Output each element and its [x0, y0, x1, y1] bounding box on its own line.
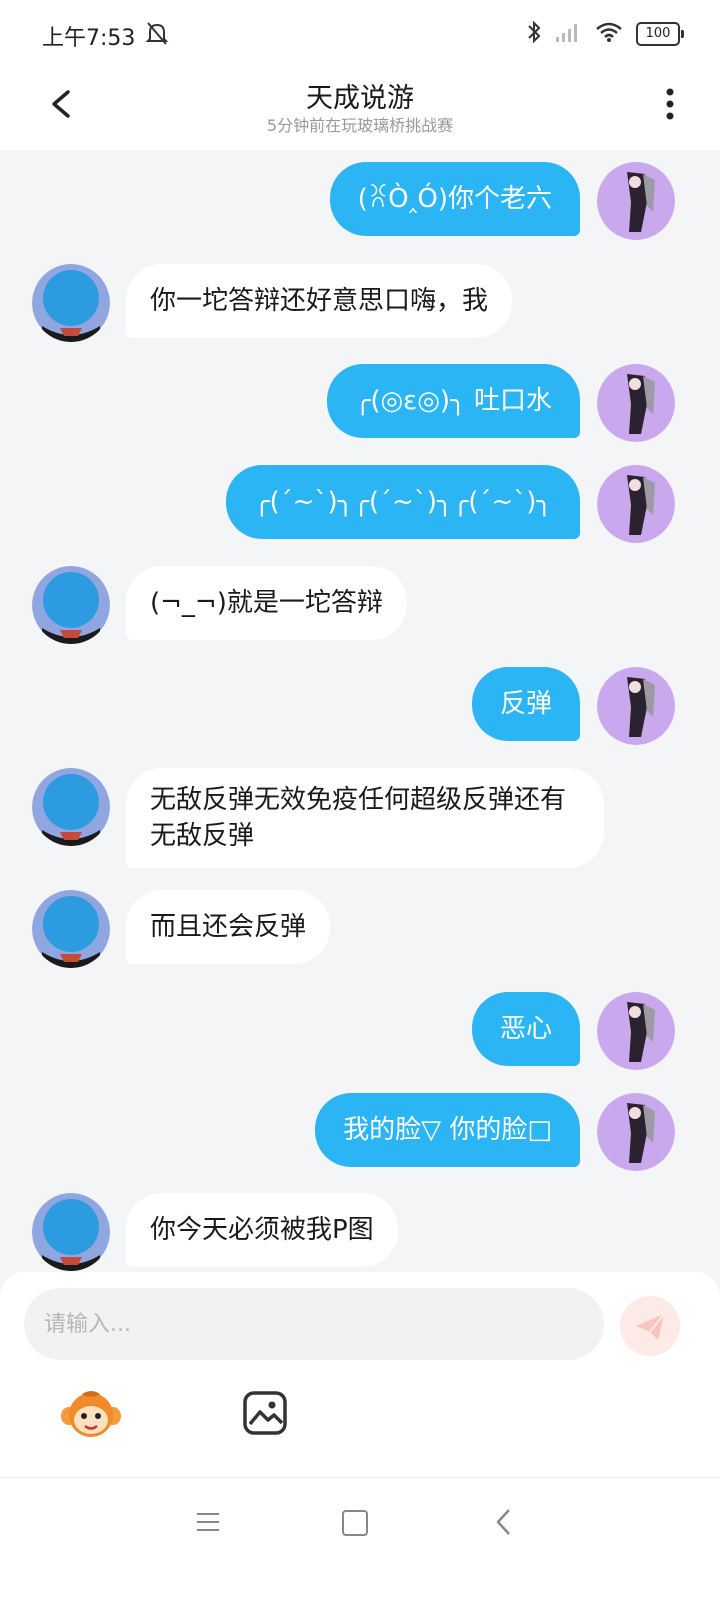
more-options-icon[interactable]	[660, 84, 680, 124]
chat-title: 天成说游	[306, 83, 414, 114]
message-bubble-contact[interactable]: 你今天必须被我P图	[126, 1193, 398, 1267]
battery-indicator: 100	[636, 22, 684, 46]
self-avatar[interactable]	[597, 667, 675, 745]
message-bubble-self[interactable]: 我的脸▽ 你的脸□	[315, 1093, 580, 1167]
bluetooth-icon	[526, 20, 542, 48]
message-bubble-self[interactable]: 恶心	[471, 992, 580, 1066]
image-icon[interactable]	[242, 1390, 288, 1436]
self-avatar[interactable]	[597, 992, 675, 1070]
chat-subtitle: 5分钟前在玩玻璃桥挑战赛	[266, 116, 454, 135]
message-bubble-self[interactable]: (ꐦÒ‸Ó)你个老六	[329, 162, 580, 236]
send-button[interactable]	[620, 1296, 680, 1356]
emoji-monkey-icon[interactable]	[60, 1390, 122, 1440]
contact-avatar[interactable]	[32, 1193, 110, 1271]
system-navigation-bar	[0, 1477, 720, 1601]
wifi-icon	[594, 21, 624, 47]
self-avatar[interactable]	[597, 1093, 675, 1171]
message-bubble-self[interactable]: ╭(ˊ~ˋ)╮╭(ˊ~ˋ)╮╭(ˊ~ˋ)╮	[225, 465, 580, 539]
message-bubble-contact[interactable]: (¬_¬)就是一坨答辩	[126, 566, 407, 640]
self-avatar[interactable]	[597, 364, 675, 442]
signal-icon	[554, 21, 582, 47]
back-chevron-icon[interactable]	[494, 1508, 514, 1536]
status-icons: 100	[526, 20, 684, 48]
chat-header: 天成说游 5分钟前在玩玻璃桥挑战赛	[0, 70, 720, 150]
self-avatar[interactable]	[597, 465, 675, 543]
contact-avatar[interactable]	[32, 890, 110, 968]
message-bubble-contact[interactable]: 你一坨答辩还好意思口嗨，我	[126, 264, 513, 338]
menu-icon[interactable]	[196, 1510, 220, 1534]
message-bubble-contact[interactable]: 而且还会反弹	[126, 890, 331, 964]
contact-avatar[interactable]	[32, 768, 110, 846]
message-input[interactable]	[24, 1288, 604, 1360]
status-bar: 上午7:53 100	[0, 0, 720, 70]
input-panel	[0, 1272, 720, 1477]
message-bubble-contact[interactable]: 无敌反弹无效免疫任何超级反弹还有无敌反弹	[126, 768, 604, 868]
message-bubble-self[interactable]: 反弹	[471, 667, 580, 741]
message-bubble-self[interactable]: ╭(◎ε◎)╮ 吐口水	[326, 364, 580, 438]
home-square-icon[interactable]	[342, 1510, 368, 1536]
contact-avatar[interactable]	[32, 264, 110, 342]
status-time: 上午7:53	[42, 26, 136, 51]
contact-avatar[interactable]	[32, 566, 110, 644]
self-avatar[interactable]	[597, 162, 675, 240]
bell-off-icon	[145, 20, 169, 50]
